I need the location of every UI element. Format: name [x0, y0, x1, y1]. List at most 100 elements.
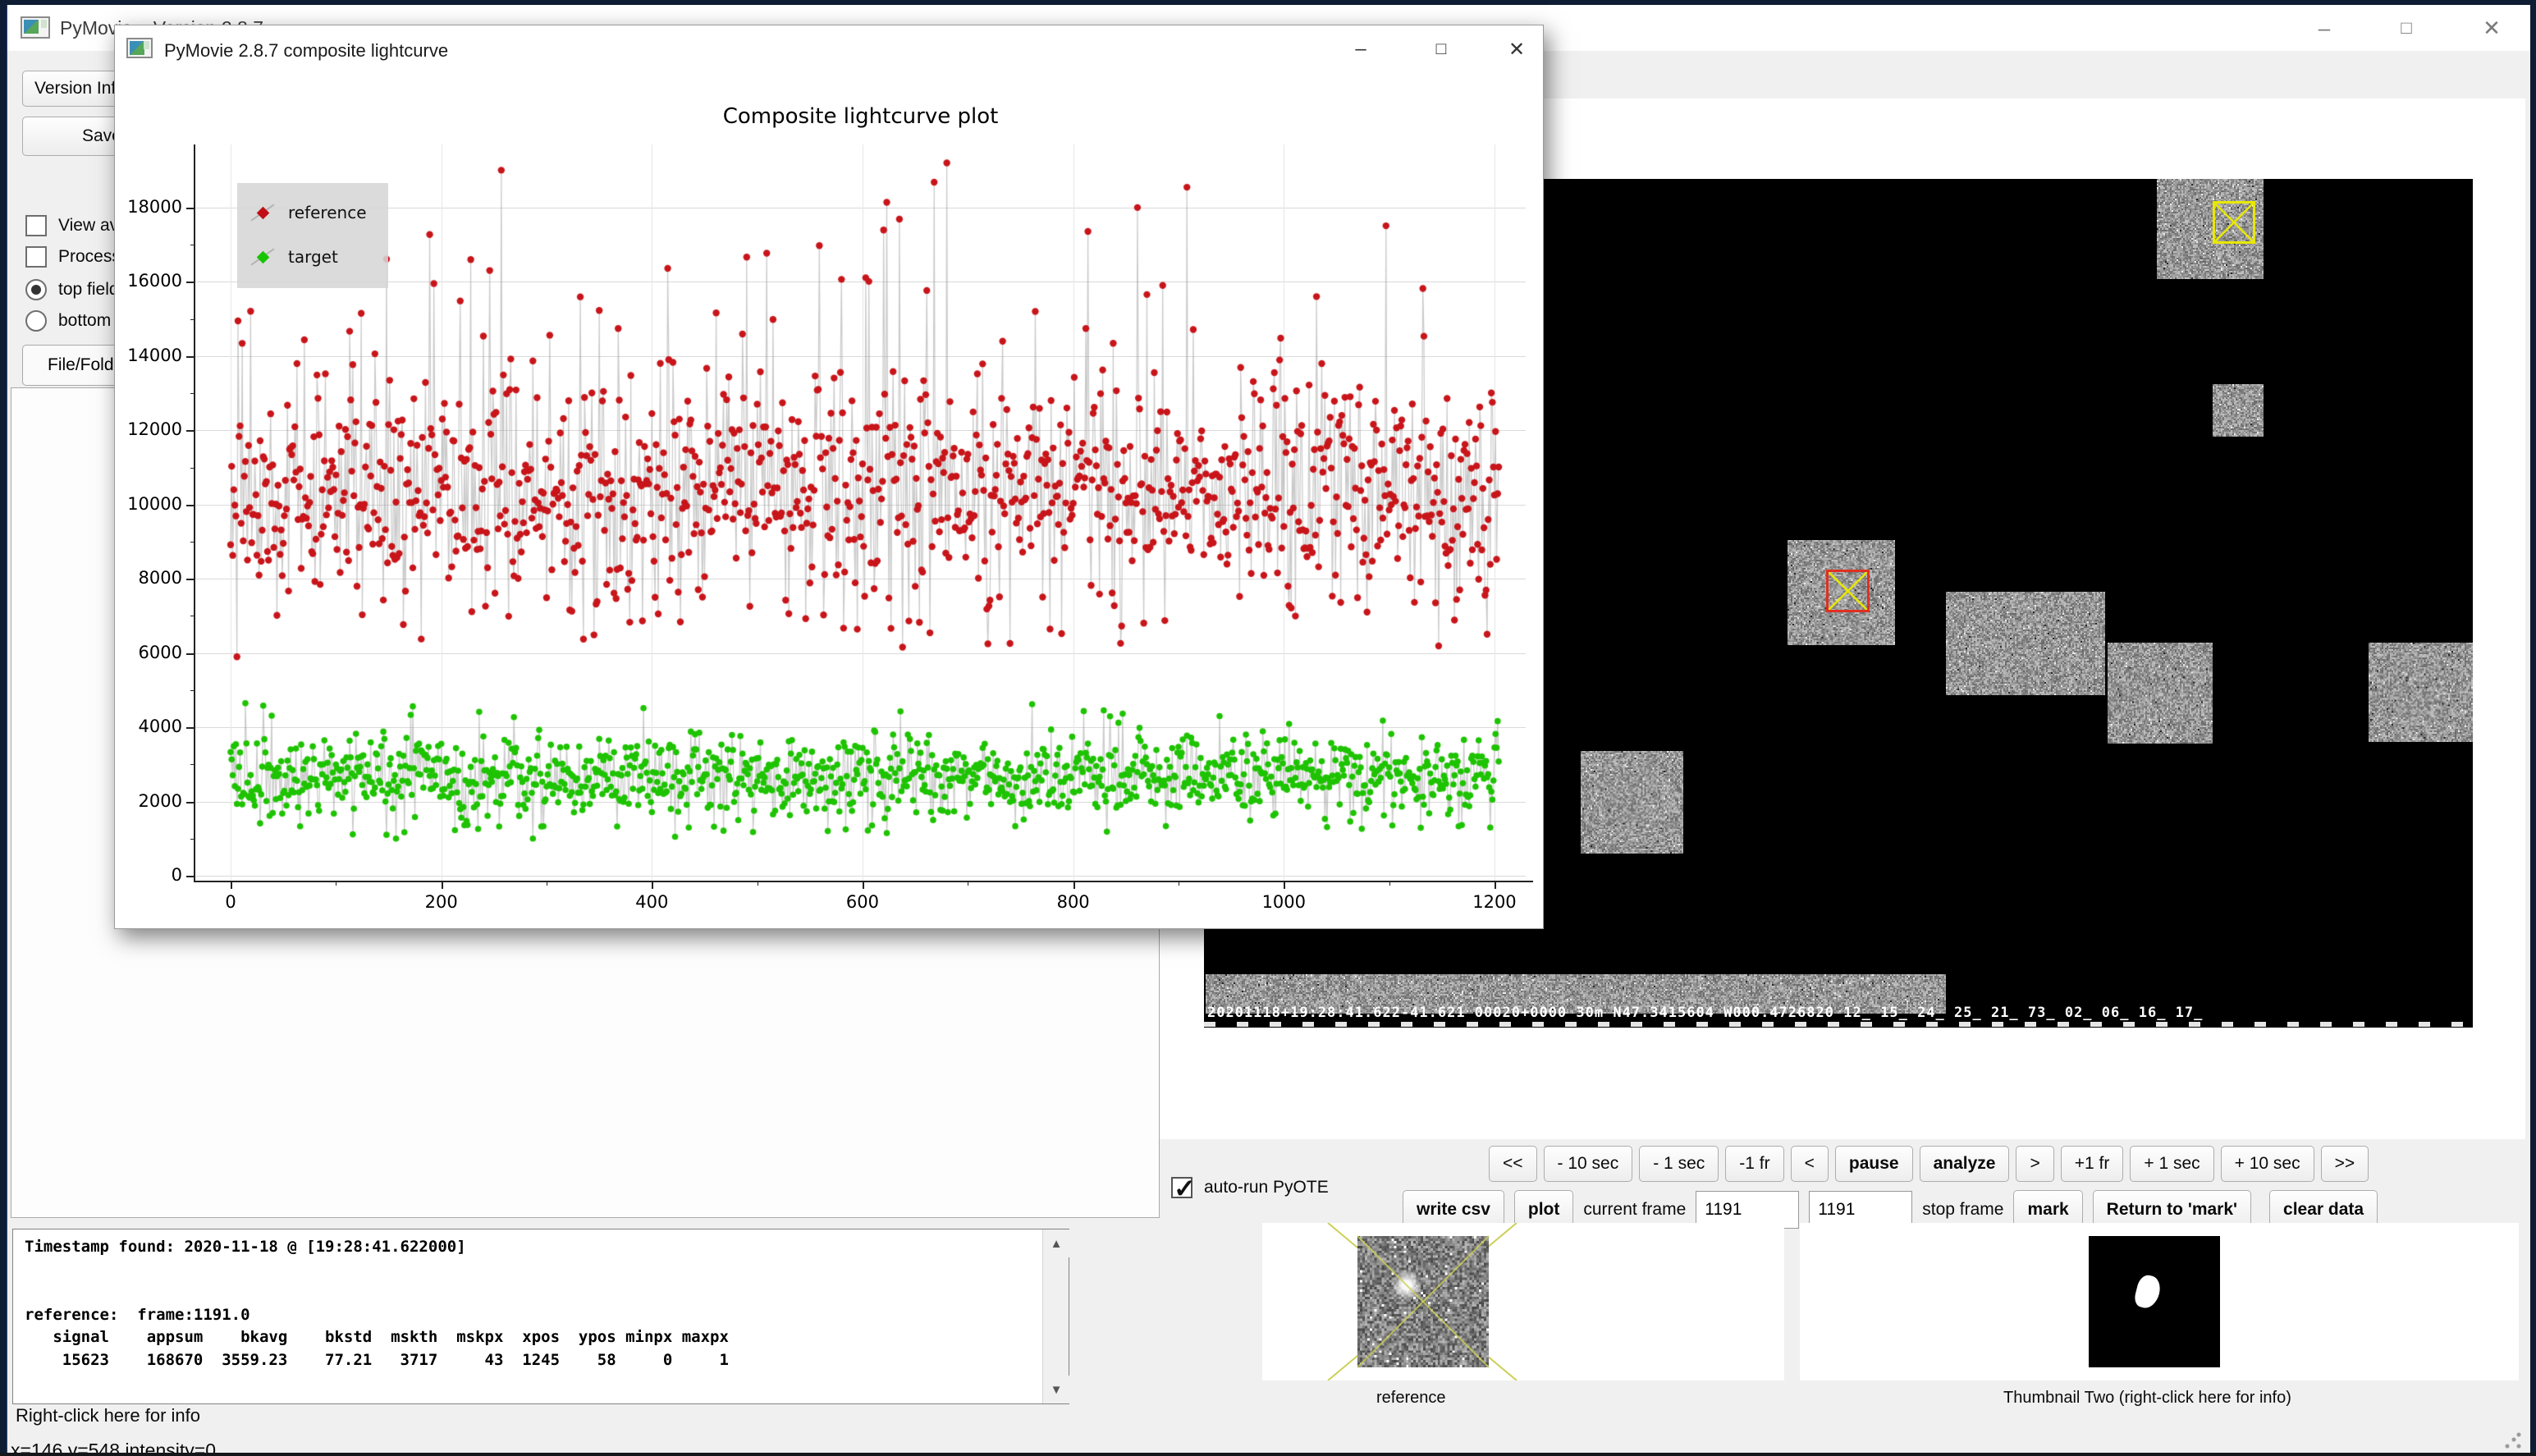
y-tick-label: 8000	[117, 568, 182, 588]
vti-dash-row	[1204, 1022, 2473, 1027]
y-minor-tick	[190, 542, 195, 543]
thumbnail-two-panel	[1800, 1223, 2519, 1380]
chart-legend[interactable]: reference target	[237, 183, 388, 288]
y-tick-label: 6000	[117, 643, 182, 662]
bottom-field-radio-row[interactable]: bottom	[25, 310, 111, 332]
y-tick-label: 14000	[117, 346, 182, 365]
y-minor-tick	[190, 468, 195, 469]
lightcurve-scatter-canvas[interactable]	[195, 144, 1526, 881]
x-tick-label: 1000	[1251, 892, 1316, 912]
playback-pause-button[interactable]: pause	[1835, 1146, 1913, 1182]
y-tick-label: 16000	[117, 271, 182, 291]
playback--button[interactable]: <	[1791, 1146, 1829, 1182]
plot-minimize-icon[interactable]: –	[1334, 25, 1387, 73]
x-tick	[231, 881, 232, 889]
view-av-label: View av	[58, 216, 118, 236]
playback--button[interactable]: >>	[2321, 1146, 2369, 1182]
x-tick-label: 200	[409, 892, 474, 912]
reference-aperture-marker[interactable]	[2213, 201, 2255, 244]
playback-10-sec-button[interactable]: - 10 sec	[1544, 1146, 1633, 1182]
view-av-checkbox[interactable]	[25, 215, 47, 236]
x-tick-label: 0	[198, 892, 263, 912]
legend-entry-target: target	[247, 247, 338, 267]
target-aperture-marker[interactable]	[1826, 570, 1870, 612]
vti-timestamp-overlay: 20201118+19:28:41.622-41.621 00020+0000 …	[1207, 1005, 2471, 1021]
y-tick	[186, 579, 195, 580]
y-minor-tick	[190, 319, 195, 320]
x-tick	[1284, 881, 1285, 889]
thumbnail-two-label: Thumbnail Two (right-click here for info…	[2003, 1389, 2291, 1408]
reference-thumbnail-label: reference	[1376, 1389, 1446, 1408]
timestamp-info-text: Timestamp found: 2020-11-18 @ [19:28:41.…	[25, 1236, 729, 1371]
top-field-radio-row[interactable]: top field	[25, 279, 119, 300]
playback-1-sec-button[interactable]: + 1 sec	[2130, 1146, 2213, 1182]
playback--button[interactable]: >	[2016, 1146, 2053, 1182]
x-tick	[863, 881, 864, 889]
y-tick-label: 10000	[117, 494, 182, 514]
auto-run-pyote-checkbox[interactable]	[1171, 1177, 1192, 1198]
playback-1-fr-button[interactable]: +1 fr	[2061, 1146, 2124, 1182]
x-tick	[442, 881, 443, 889]
auto-run-pyote-row[interactable]: auto-run PyOTE	[1171, 1177, 1329, 1198]
playback-analyze-button[interactable]: analyze	[1920, 1146, 2010, 1182]
y-tick	[186, 505, 195, 506]
reference-thumbnail-panel	[1262, 1223, 1784, 1380]
x-tick-label: 1200	[1462, 892, 1527, 912]
view-av-checkbox-row[interactable]: View av	[25, 215, 118, 236]
minimize-button[interactable]: –	[2296, 5, 2353, 51]
scroll-up-icon[interactable]: ▲	[1043, 1229, 1069, 1257]
star-field-patch	[2213, 384, 2264, 437]
auto-run-pyote-label: auto-run PyOTE	[1204, 1178, 1329, 1197]
y-tick	[186, 208, 195, 209]
playback--button[interactable]: <<	[1489, 1146, 1537, 1182]
info-panel-scrollbar[interactable]: ▲ ▼	[1042, 1229, 1069, 1403]
plot-window-titlebar[interactable]: PyMovie 2.8.7 composite lightcurve – □ ✕	[115, 25, 1543, 73]
process-label: Process	[58, 247, 121, 267]
close-button[interactable]: ✕	[2463, 5, 2520, 51]
x-tick	[1495, 881, 1496, 889]
playback-1-sec-button[interactable]: - 1 sec	[1639, 1146, 1719, 1182]
y-tick	[186, 282, 195, 283]
bottom-field-radio[interactable]	[25, 310, 47, 332]
y-minor-tick	[190, 690, 195, 691]
star-field-patch	[2108, 643, 2213, 744]
star-field-patch	[2369, 643, 2473, 742]
x-tick	[1073, 881, 1075, 889]
y-tick-label: 0	[117, 865, 182, 885]
top-field-radio[interactable]	[25, 279, 47, 300]
legend-marker-icon	[247, 203, 278, 222]
right-click-hint-label: Right-click here for info	[16, 1405, 200, 1426]
chart-title: Composite lightcurve plot	[195, 104, 1526, 129]
resize-grip[interactable]	[2504, 1431, 2522, 1449]
process-checkbox[interactable]	[25, 246, 47, 268]
y-tick-label: 12000	[117, 419, 182, 439]
x-minor-tick	[1389, 881, 1390, 886]
y-tick	[186, 802, 195, 804]
plot-close-icon[interactable]: ✕	[1490, 25, 1543, 73]
top-field-label: top field	[58, 280, 119, 300]
thumbnail-two-image[interactable]	[2089, 1236, 2220, 1367]
process-checkbox-row[interactable]: Process	[25, 246, 121, 268]
y-minor-tick	[190, 764, 195, 765]
maximize-button[interactable]: □	[2378, 5, 2435, 51]
info-text-panel[interactable]: Timestamp found: 2020-11-18 @ [19:28:41.…	[12, 1229, 1069, 1404]
y-minor-tick	[190, 393, 195, 394]
playback-10-sec-button[interactable]: + 10 sec	[2221, 1146, 2314, 1182]
current-frame-label: current frame	[1583, 1200, 1686, 1220]
plot-window-icon	[126, 38, 153, 58]
desktop: PyMovie Version 2.8.7 – □ ✕ Version Info…	[0, 0, 2536, 1456]
x-tick-label: 400	[619, 892, 684, 912]
screen-bottom-edge	[0, 1453, 2536, 1456]
playback-1-fr-button[interactable]: -1 fr	[1725, 1146, 1783, 1182]
playback-controls: <<- 10 sec- 1 sec-1 fr<pauseanalyze>+1 f…	[1489, 1146, 2369, 1182]
legend-marker-icon	[247, 247, 278, 267]
stop-frame-label: stop frame	[1922, 1200, 2003, 1220]
scroll-down-icon[interactable]: ▼	[1043, 1376, 1069, 1403]
bottom-field-label: bottom	[58, 311, 111, 331]
y-axis-line	[194, 144, 195, 882]
y-tick-label: 18000	[117, 197, 182, 217]
y-tick	[186, 876, 195, 877]
mask-blob	[2133, 1273, 2163, 1311]
plot-maximize-icon[interactable]: □	[1415, 25, 1467, 73]
plot-window-title: PyMovie 2.8.7 composite lightcurve	[164, 40, 448, 62]
